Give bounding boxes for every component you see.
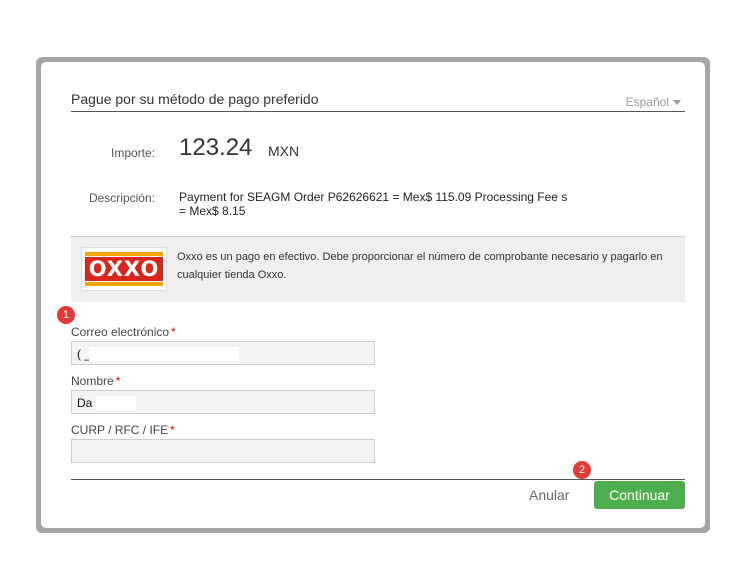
continue-button[interactable]: Continuar — [594, 481, 685, 509]
oxxo-logo-text: OXXO — [85, 257, 163, 281]
language-select[interactable]: Español — [626, 95, 681, 109]
oxxo-info-text: Oxxo es un pago en efectivo. Debe propor… — [177, 251, 663, 281]
redacted-mask — [89, 346, 240, 361]
redacted-mask — [96, 395, 137, 410]
curp-field[interactable] — [71, 439, 375, 463]
required-marker: * — [171, 325, 176, 339]
email-field[interactable]: ( _ — [71, 341, 375, 365]
name-label-text: Nombre — [71, 374, 114, 388]
email-label-text: Correo electrónico — [71, 325, 170, 339]
payment-method-info: OXXO Oxxo es un pago en efectivo. Debe p… — [71, 236, 685, 302]
annotation-badge-1: 1 — [57, 306, 75, 324]
required-marker: * — [170, 423, 175, 437]
logo-stripe-top — [85, 252, 163, 256]
amount-currency: MXN — [268, 143, 300, 159]
cancel-button[interactable]: Anular — [529, 487, 569, 503]
descripcion-label: Descripción: — [88, 191, 155, 205]
language-label: Español — [625, 95, 669, 109]
oxxo-logo: OXXO — [81, 247, 167, 291]
description-text: Payment for SEAGM Order P62626621 = Mex$… — [179, 190, 568, 218]
payment-modal: Pague por su método de pago preferido Es… — [41, 62, 705, 528]
logo-stripe-bottom — [85, 282, 163, 286]
modal-frame: Pague por su método de pago preferido Es… — [36, 57, 710, 533]
name-label: Nombre * — [71, 374, 120, 388]
required-marker: * — [115, 374, 121, 388]
footer-divider — [71, 479, 685, 480]
curp-label-text: CURP / RFC / IFE — [71, 423, 169, 437]
curp-label: CURP / RFC / IFE * — [71, 423, 175, 437]
amount-value: 123.24 — [179, 134, 253, 161]
chevron-down-icon — [673, 100, 681, 106]
importe-label: Importe: — [110, 146, 155, 160]
annotation-badge-2: 2 — [573, 461, 591, 479]
email-label: Correo electrónico * — [71, 325, 176, 339]
name-field[interactable]: Da — [71, 390, 375, 414]
name-value: Da — [77, 395, 93, 410]
modal-header: Pague por su método de pago preferido Es… — [71, 89, 685, 112]
modal-title: Pague por su método de pago preferido — [71, 91, 319, 107]
